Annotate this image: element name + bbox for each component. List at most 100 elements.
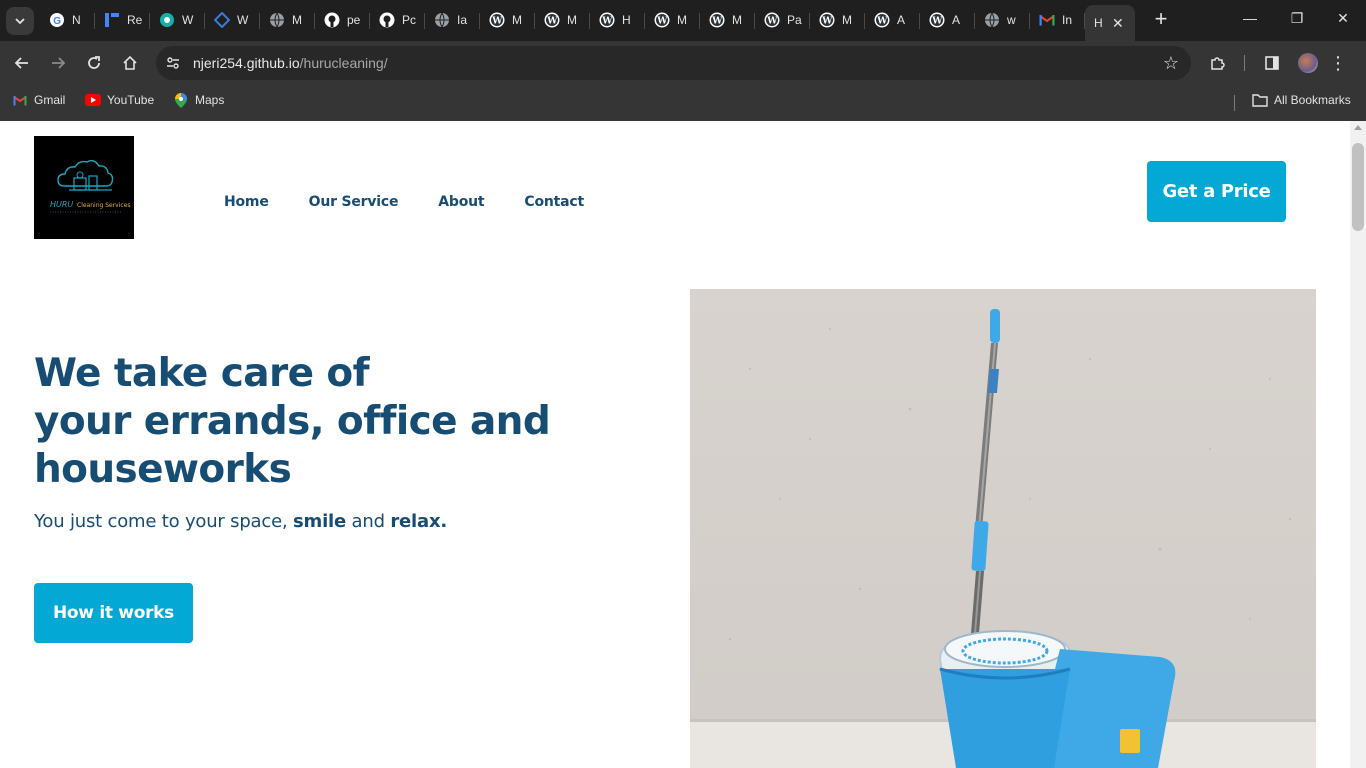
browser-tab[interactable]: WH xyxy=(590,5,645,35)
bookmark-maps[interactable]: Maps xyxy=(173,92,224,108)
google-icon: G xyxy=(49,12,65,28)
tab-title: M xyxy=(677,13,687,27)
bookmarks-divider xyxy=(1234,95,1235,111)
page-scrollbar[interactable] xyxy=(1350,121,1366,768)
avatar-icon xyxy=(1298,53,1318,73)
nav-our-service-link[interactable]: Our Service xyxy=(309,194,399,210)
tab-title: In xyxy=(1062,13,1073,27)
tab-title: M xyxy=(512,13,522,27)
subtitle-emphasis-smile: smile xyxy=(293,511,347,532)
nav-about-link[interactable]: About xyxy=(438,194,484,210)
subtitle-text: You just come to your space, xyxy=(34,511,293,532)
browser-tab[interactable]: WA xyxy=(920,5,975,35)
side-panel-icon xyxy=(1265,56,1279,70)
browser-tab[interactable]: WM xyxy=(480,5,535,35)
close-window-button[interactable]: ✕ xyxy=(1333,10,1353,27)
tab-title: w xyxy=(1007,13,1016,27)
github-icon xyxy=(324,12,340,28)
side-panel-button[interactable] xyxy=(1260,51,1284,75)
puzzle-icon xyxy=(1211,57,1225,70)
hero-title-line: your errands, office and xyxy=(34,399,551,444)
tab-list: G N Re W W Mpe Pc Ia W M W M W H W M W M W Pa W M W A W Aw In H ✕ xyxy=(40,5,1135,41)
bookmark-youtube[interactable]: YouTube xyxy=(85,93,154,107)
browser-toolbar: njeri254.github.io/hurucleaning/ ☆ ⋮ xyxy=(0,41,1366,85)
home-button[interactable] xyxy=(118,51,142,75)
browser-tab[interactable]: WM xyxy=(700,5,755,35)
browser-tab[interactable]: M xyxy=(260,5,315,35)
bookmark-label: Gmail xyxy=(34,93,66,107)
bookmark-label: YouTube xyxy=(107,93,155,107)
close-tab-icon[interactable]: ✕ xyxy=(1112,15,1124,32)
browser-tab[interactable]: pe xyxy=(315,5,370,35)
site-settings-icon[interactable] xyxy=(165,55,181,71)
arrow-left-icon xyxy=(14,57,28,69)
gmail-icon xyxy=(12,93,28,107)
svg-text:W: W xyxy=(821,17,833,27)
roadmap-icon xyxy=(104,12,120,28)
svg-text:W: W xyxy=(711,17,723,27)
tab-title: N xyxy=(72,13,81,27)
all-bookmarks-label: All Bookmarks xyxy=(1274,93,1351,107)
how-it-works-button[interactable]: How it works xyxy=(34,583,193,643)
diamond-icon xyxy=(214,12,230,28)
tab-title: W xyxy=(237,13,249,27)
home-icon xyxy=(123,55,137,70)
browser-tab[interactable]: Ia xyxy=(425,5,480,35)
github-icon xyxy=(379,12,395,28)
address-bar[interactable]: njeri254.github.io/hurucleaning/ ☆ xyxy=(156,46,1191,80)
scrollbar-thumb[interactable] xyxy=(1352,143,1364,231)
svg-text:Cleaning Services: Cleaning Services xyxy=(77,202,131,209)
all-bookmarks-button[interactable]: All Bookmarks xyxy=(1252,93,1351,107)
chevron-down-icon xyxy=(15,18,25,25)
web-page: HURU Cleaning Services Home Our Service … xyxy=(0,121,1350,768)
browser-tab[interactable]: Re xyxy=(95,5,150,35)
browser-tab[interactable]: WM xyxy=(645,5,700,35)
menu-kebab-icon[interactable]: ⋮ xyxy=(1326,51,1350,75)
tab-title: Pa xyxy=(787,13,802,27)
active-browser-tab[interactable]: H ✕ xyxy=(1085,5,1135,41)
hero-subtitle: You just come to your space, smile and r… xyxy=(34,511,447,532)
maps-icon xyxy=(173,92,189,108)
svg-text:W: W xyxy=(766,17,778,27)
browser-tab[interactable]: W Pa xyxy=(755,5,810,35)
restore-button[interactable]: ❐ xyxy=(1287,10,1307,27)
browser-tab[interactable]: WM xyxy=(810,5,865,35)
get-a-price-button[interactable]: Get a Price xyxy=(1147,161,1286,222)
browser-tab[interactable]: w xyxy=(975,5,1030,35)
tab-title: Pc xyxy=(402,13,417,27)
minimize-button[interactable]: — xyxy=(1240,10,1260,26)
tab-title: M xyxy=(732,13,742,27)
svg-text:W: W xyxy=(876,17,888,27)
reload-button[interactable] xyxy=(82,51,106,75)
browser-tab[interactable]: WA xyxy=(865,5,920,35)
wordpress-icon: W xyxy=(819,12,835,28)
profile-avatar[interactable] xyxy=(1296,51,1320,75)
bookmark-star-icon[interactable]: ☆ xyxy=(1163,53,1179,74)
browser-tab[interactable]: In xyxy=(1030,5,1085,35)
browser-tab[interactable]: Pc xyxy=(370,5,425,35)
browser-tab[interactable]: GN xyxy=(40,5,95,35)
hero-title: We take care of your errands, office and… xyxy=(34,350,551,494)
browser-tab[interactable]: WM xyxy=(535,5,590,35)
tab-strip: G N Re W W Mpe Pc Ia W M W M W H W M W M W Pa W M W A W Aw In H ✕ + … xyxy=(0,0,1366,41)
bookmark-gmail[interactable]: Gmail xyxy=(12,93,65,107)
extensions-button[interactable] xyxy=(1206,51,1230,75)
svg-text:G: G xyxy=(53,16,61,27)
wordpress-icon: W xyxy=(654,12,670,28)
subtitle-text: and xyxy=(346,511,391,532)
logo-wordmark: HURU xyxy=(50,200,73,209)
forward-button[interactable] xyxy=(46,51,70,75)
browser-tab[interactable]: W xyxy=(150,5,205,35)
main-nav: Home Our Service About Contact xyxy=(224,194,624,210)
nav-home-link[interactable]: Home xyxy=(224,194,269,210)
tab-title: H xyxy=(1094,16,1103,30)
bookmarks-bar: Gmail YouTube Maps All Bookmarks xyxy=(0,85,1366,121)
browser-tab[interactable]: W xyxy=(205,5,260,35)
tab-search-button[interactable] xyxy=(6,7,34,35)
nav-contact-link[interactable]: Contact xyxy=(524,194,584,210)
back-button[interactable] xyxy=(10,51,34,75)
site-logo[interactable]: HURU Cleaning Services xyxy=(34,136,134,239)
new-tab-button[interactable]: + xyxy=(1150,8,1172,31)
globe-icon xyxy=(434,12,450,28)
scroll-up-arrow-icon[interactable] xyxy=(1354,125,1362,130)
